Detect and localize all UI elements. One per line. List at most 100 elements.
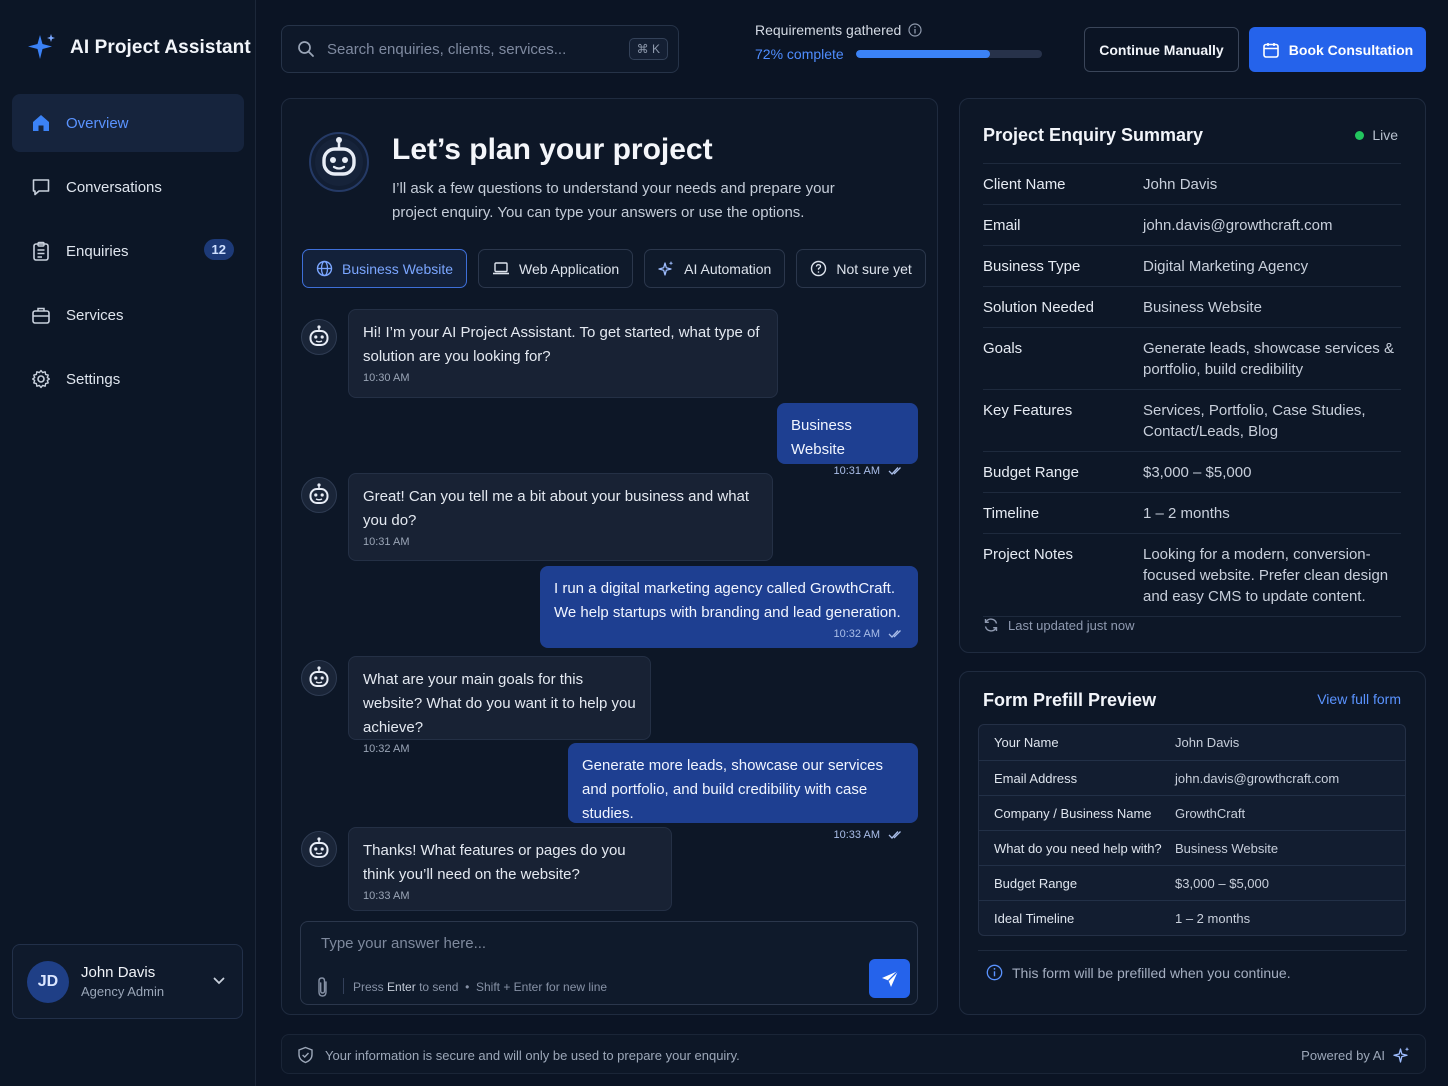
view-full-form-link[interactable]: View full form [1317,691,1401,707]
summary-table: Client Name John Davis Email john.davis@gr… [983,163,1401,617]
search-bar[interactable]: ⌘ K [281,25,679,73]
sidebar-item-label: Services [66,306,124,324]
send-button[interactable] [869,959,910,998]
summary-row: Business Type Digital Marketing Agency [983,245,1401,286]
send-icon [880,969,900,989]
avatar: JD [27,960,69,1003]
enquiry-summary-panel: Project Enquiry Summary Live Client Name… [959,98,1426,653]
form-note: This form will be prefilled when you con… [986,964,1291,981]
form-row: Email Address john.davis@growthcraft.com [979,760,1405,795]
message-text: Generate more leads, showcase our servic… [582,757,883,822]
progress-label: Requirements gathered [755,22,902,38]
form-row: Your Name John Davis [994,735,1240,750]
message-time: 10:31 AM [363,536,410,548]
form-row: Budget Range $3,000 – $5,000 [979,865,1405,900]
enquiries-count-badge: 12 [203,239,234,260]
continue-manually-button[interactable]: Continue Manually [1084,27,1239,72]
option-ai-automation[interactable]: AI Automation [644,249,786,288]
answer-input[interactable] [321,935,821,952]
last-updated: Last updated just now [983,617,1134,633]
clipboard-icon [30,240,52,262]
form-table: Your Name John Davis Email Address john.da… [978,724,1406,936]
last-updated-text: Last updated just now [1008,617,1135,633]
powered-by-label: Powered by AI [1301,1047,1385,1063]
globe-icon [316,260,333,277]
search-icon [297,40,315,58]
summary-row: Goals Generate leads, showcase services &… [983,327,1401,389]
sparkle-logo-icon [26,32,58,64]
sidebar-item-overview[interactable]: Overview [12,94,244,152]
option-business-website[interactable]: Business Website [302,249,468,288]
message-time: 10:33 AM [363,890,410,902]
form-prefill-panel: Form Prefill Preview View full form Your… [959,671,1426,1015]
info-icon[interactable] [908,23,922,37]
double-check-icon [888,466,904,476]
form-row: Ideal Timeline 1 – 2 months [979,900,1405,935]
message-time: 10:32 AM [833,628,880,640]
book-consultation-button[interactable]: Book Consultation [1249,27,1426,72]
message-time: 10:30 AM [363,372,410,384]
summary-row: Budget Range $3,000 – $5,000 [983,451,1401,492]
user-name: John Davis [81,964,156,981]
paperclip-icon[interactable] [315,976,331,998]
message-composer: Press Enter to send • Shift + Enter for … [300,921,918,1005]
sidebar-item-conversations[interactable]: Conversations [12,158,244,216]
search-input[interactable] [327,40,617,58]
summary-row: Client Name John Davis [983,163,1401,204]
summary-row: Email john.davis@growthcraft.com [983,204,1401,245]
form-row: What do you need help with? Business Webs… [979,830,1405,865]
summary-row: Key Features Services, Portfolio, Case St… [983,389,1401,451]
book-consultation-label: Book Consultation [1288,41,1414,58]
sidebar-item-settings[interactable]: Settings [12,350,244,408]
message-text: Hi! I’m your AI Project Assistant. To ge… [363,324,760,365]
message-text: Business Website [791,417,852,458]
progress-bar [855,50,1042,58]
refresh-icon[interactable] [983,617,999,633]
sidebar-item-enquiries[interactable]: Enquiries 12 [12,222,244,280]
sidebar-item-label: Settings [66,370,121,388]
robot-avatar-icon [308,129,370,193]
chat-message-user: I run a digital marketing agency called … [540,566,918,648]
form-title: Form Prefill Preview [983,690,1157,710]
chat-message-bot: Thanks! What features or pages do you th… [348,827,672,911]
chat-bubble-icon [30,176,52,198]
laptop-icon [492,261,510,276]
option-web-application[interactable]: Web Application [478,249,634,288]
message-text: I run a digital marketing agency called … [554,580,901,621]
info-icon [986,964,1003,981]
message-text: Great! Can you tell me a bit about your … [363,488,750,529]
chat-panel: Let’s plan your project I’ll ask a few q… [281,98,938,1015]
composer-hint: Press Enter to send • Shift + Enter for … [353,980,608,994]
sidebar: AI Project Assistant Overview Conversati… [0,0,256,1086]
composer-divider [343,978,344,994]
option-not-sure[interactable]: Not sure yet [796,249,926,288]
search-shortcut: ⌘ K [628,38,668,60]
summary-title: Project Enquiry Summary [983,125,1204,145]
message-time: 10:31 AM [833,465,880,477]
double-check-icon [888,830,904,840]
message-text: Thanks! What features or pages do you th… [363,842,626,883]
chevron-down-icon[interactable] [212,974,226,988]
chat-message-user: Generate more leads, showcase our servic… [568,743,918,841]
security-note: Your information is secure and will only… [325,1047,740,1063]
chat-message-bot: Hi! I’m your AI Project Assistant. To ge… [348,309,778,398]
requirements-progress: Requirements gathered 72% complete [755,22,1045,62]
live-status: Live [1355,127,1398,143]
chat-message-user: Business Website 10:31 AM [777,403,918,477]
divider [978,950,1407,951]
footer-bar: Your information is secure and will only… [281,1034,1426,1074]
sidebar-item-label: Enquiries [66,242,129,260]
sparkle-icon [658,260,675,277]
calendar-icon [1262,41,1280,59]
summary-row: Project Notes Looking for a modern, conve… [983,533,1401,617]
home-icon [30,112,52,134]
briefcase-icon [30,304,52,326]
live-dot [1355,130,1365,140]
bot-avatar-icon [301,319,337,355]
sidebar-item-services[interactable]: Services [12,286,244,344]
bot-avatar-icon [301,477,337,513]
progress-fill [855,50,990,58]
user-menu[interactable]: JD John Davis Agency Admin [12,944,243,1019]
summary-row: Solution Needed Business Website [983,286,1401,327]
progress-percent: 72% complete [755,46,844,62]
